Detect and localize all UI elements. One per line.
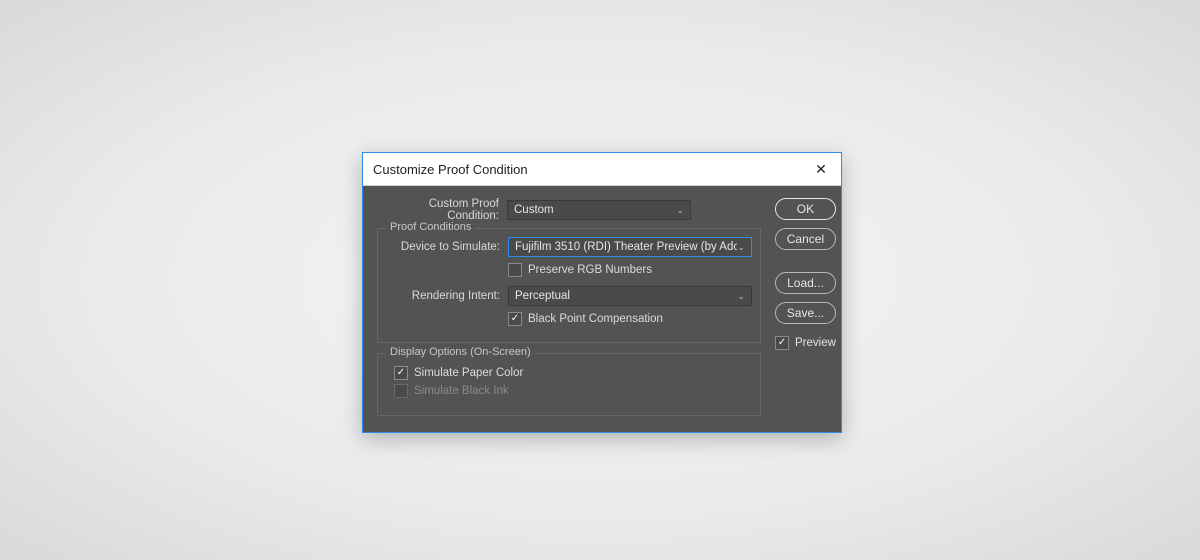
simulate-paper-row: Simulate Paper Color <box>394 366 752 380</box>
black-point-row: Black Point Compensation <box>508 312 752 326</box>
rendering-intent-value: Perceptual <box>515 290 570 302</box>
preview-row: Preview <box>775 336 836 350</box>
left-column: Custom Proof Condition: Custom ⌄ Proof C… <box>377 198 761 416</box>
display-options-fieldset: Display Options (On-Screen) Simulate Pap… <box>377 353 761 416</box>
custom-proof-label: Custom Proof Condition: <box>377 198 507 222</box>
save-button[interactable]: Save... <box>775 302 836 324</box>
checkbox-box <box>508 312 522 326</box>
preserve-rgb-label: Preserve RGB Numbers <box>528 264 652 276</box>
customize-proof-condition-dialog: Customize Proof Condition ✕ Custom Proof… <box>362 152 842 433</box>
device-to-simulate-select[interactable]: Fujifilm 3510 (RDI) Theater Preview (by … <box>508 237 752 257</box>
display-options-legend: Display Options (On-Screen) <box>386 346 535 358</box>
simulate-paper-label: Simulate Paper Color <box>414 367 523 379</box>
proof-conditions-fieldset: Proof Conditions Device to Simulate: Fuj… <box>377 228 761 343</box>
close-icon[interactable]: ✕ <box>811 161 831 178</box>
ok-button[interactable]: OK <box>775 198 836 220</box>
dialog-body: Custom Proof Condition: Custom ⌄ Proof C… <box>363 186 841 432</box>
rendering-intent-label: Rendering Intent: <box>386 290 508 302</box>
device-row: Device to Simulate: Fujifilm 3510 (RDI) … <box>386 237 752 257</box>
simulate-black-ink-checkbox: Simulate Black Ink <box>394 384 509 398</box>
custom-proof-value: Custom <box>514 204 554 216</box>
right-column: OK Cancel Load... Save... Preview <box>775 198 836 416</box>
spacer <box>775 258 836 264</box>
rendering-intent-row: Rendering Intent: Perceptual ⌄ <box>386 286 752 306</box>
device-value: Fujifilm 3510 (RDI) Theater Preview (by … <box>515 241 737 253</box>
rendering-intent-select[interactable]: Perceptual ⌄ <box>508 286 752 306</box>
custom-proof-row: Custom Proof Condition: Custom ⌄ <box>377 198 761 222</box>
ok-label: OK <box>797 202 814 216</box>
preview-checkbox[interactable]: Preview <box>775 336 836 350</box>
black-point-label: Black Point Compensation <box>528 313 663 325</box>
simulate-black-ink-row: Simulate Black Ink <box>394 384 752 401</box>
simulate-black-ink-label: Simulate Black Ink <box>414 385 509 397</box>
checkbox-box <box>394 384 408 398</box>
chevron-down-icon: ⌄ <box>737 242 745 253</box>
device-label: Device to Simulate: <box>386 241 508 253</box>
checkbox-box <box>394 366 408 380</box>
cancel-label: Cancel <box>787 232 824 246</box>
preview-label: Preview <box>795 337 836 349</box>
cancel-button[interactable]: Cancel <box>775 228 836 250</box>
chevron-down-icon: ⌄ <box>737 291 745 302</box>
proof-conditions-legend: Proof Conditions <box>386 221 475 233</box>
titlebar: Customize Proof Condition ✕ <box>363 153 841 186</box>
preserve-rgb-checkbox[interactable]: Preserve RGB Numbers <box>508 263 652 277</box>
load-label: Load... <box>787 276 824 290</box>
checkbox-box <box>508 263 522 277</box>
custom-proof-select[interactable]: Custom ⌄ <box>507 200 691 220</box>
preserve-rgb-row: Preserve RGB Numbers <box>508 263 752 280</box>
simulate-paper-checkbox[interactable]: Simulate Paper Color <box>394 366 523 380</box>
dialog-title: Customize Proof Condition <box>373 162 528 177</box>
load-button[interactable]: Load... <box>775 272 836 294</box>
save-label: Save... <box>787 306 824 320</box>
chevron-down-icon: ⌄ <box>676 205 684 216</box>
checkbox-box <box>775 336 789 350</box>
black-point-checkbox[interactable]: Black Point Compensation <box>508 312 663 326</box>
